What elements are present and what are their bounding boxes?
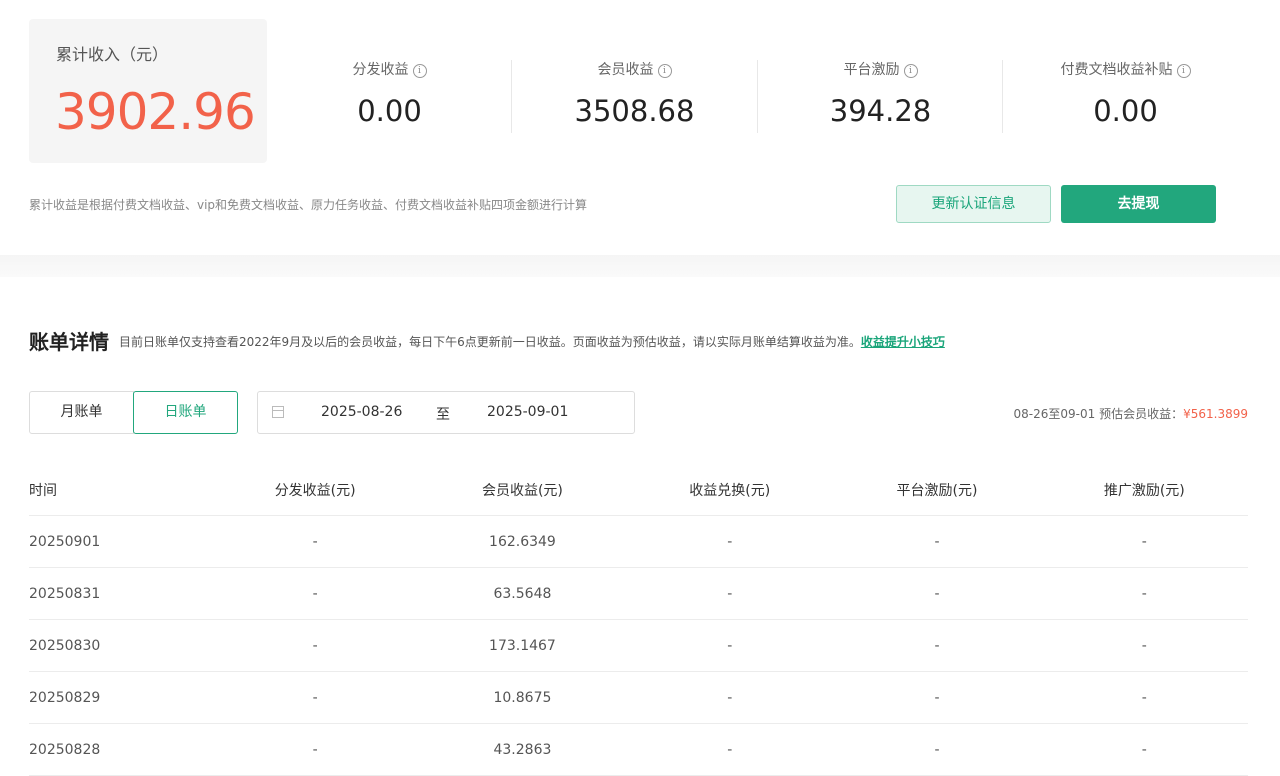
stat-value: 0.00 [1093, 94, 1158, 128]
bill-details-description: 目前日账单仅支持查看2022年9月及以后的会员收益，每日下午6点更新前一日收益。… [119, 333, 945, 350]
table-cell: - [833, 671, 1041, 724]
total-income-value: 3902.96 [55, 83, 256, 141]
table-row: 20250828 - 43.2863 - - - [29, 723, 1248, 776]
stat-platform-incentive: 平台激励 i 394.28 [758, 60, 1003, 128]
table-cell: - [833, 723, 1041, 776]
stat-label: 平台激励 [843, 62, 900, 78]
bill-details-title: 账单详情 [29, 330, 109, 354]
table-cell: 10.8675 [418, 671, 627, 724]
table-cell: 173.1467 [418, 619, 627, 672]
table-cell: - [626, 671, 834, 724]
table-cell: 20250901 [29, 515, 212, 568]
table-row: 20250831 - 63.5648 - - - [29, 567, 1248, 620]
column-header: 收益兑换(元) [626, 464, 834, 516]
table-cell: 20250829 [29, 671, 212, 724]
stat-value: 0.00 [357, 94, 422, 128]
stat-membership: 会员收益 i 3508.68 [512, 60, 757, 128]
table-header-row: 时间 分发收益(元) 会员收益(元) 收益兑换(元) 平台激励(元) 推广激励(… [29, 464, 1248, 516]
calendar-icon [272, 406, 284, 418]
description-text: 目前日账单仅支持查看2022年9月及以后的会员收益，每日下午6点更新前一日收益。… [119, 335, 861, 349]
update-verification-button[interactable]: 更新认证信息 [896, 185, 1051, 223]
tab-daily-bill[interactable]: 日账单 [133, 391, 238, 434]
table-cell: - [1040, 619, 1248, 672]
total-income-card: 累计收入（元） 3902.96 [29, 19, 267, 163]
tab-monthly-bill[interactable]: 月账单 [29, 391, 134, 434]
table-cell: - [1040, 567, 1248, 620]
section-gap [0, 255, 1280, 277]
stat-label: 会员收益 [597, 62, 654, 78]
table-cell: - [626, 567, 834, 620]
table-cell: - [211, 515, 419, 568]
estimate-label: 08-26至09-01 预估会员收益： [1013, 407, 1184, 421]
stat-label: 分发收益 [352, 62, 409, 78]
table-cell: - [626, 723, 834, 776]
withdraw-button[interactable]: 去提现 [1061, 185, 1216, 223]
table-cell: 20250830 [29, 619, 212, 672]
stat-value: 3508.68 [574, 94, 695, 128]
table-cell: - [626, 619, 834, 672]
info-icon[interactable]: i [412, 64, 427, 78]
table-cell: - [833, 515, 1041, 568]
date-range-picker[interactable]: 2025-08-26 至 2025-09-01 [257, 391, 635, 434]
info-icon[interactable]: i [1176, 64, 1191, 78]
table-cell: - [833, 619, 1041, 672]
stat-label: 付费文档收益补贴 [1060, 62, 1173, 78]
income-summary-panel: 累计收入（元） 3902.96 分发收益 i 0.00 会员收益 i 3508.68… [0, 0, 1280, 255]
table-cell: 20250831 [29, 567, 212, 620]
range-separator: 至 [436, 407, 450, 423]
info-icon[interactable]: i [903, 64, 918, 78]
table-cell: - [1040, 671, 1248, 724]
table-cell: - [211, 619, 419, 672]
column-header: 分发收益(元) [211, 464, 419, 516]
column-header: 会员收益(元) [418, 464, 627, 516]
column-header: 时间 [29, 464, 212, 516]
income-note: 累计收益是根据付费文档收益、vip和免费文档收益、原力任务收益、付费文档收益补贴… [29, 198, 588, 212]
end-date[interactable]: 2025-09-01 [487, 404, 568, 420]
stat-paid-doc-subsidy: 付费文档收益补贴 i 0.00 [1003, 60, 1248, 128]
bill-table: 时间 分发收益(元) 会员收益(元) 收益兑换(元) 平台激励(元) 推广激励(… [29, 464, 1248, 776]
total-income-label: 累计收入（元） [56, 45, 169, 64]
estimate-amount: ¥561.3899 [1183, 407, 1248, 421]
table-row: 20250830 - 173.1467 - - - [29, 619, 1248, 672]
table-cell: 162.6349 [418, 515, 627, 568]
table-cell: - [211, 723, 419, 776]
table-cell: - [1040, 515, 1248, 568]
table-cell: 20250828 [29, 723, 212, 776]
table-row: 20250829 - 10.8675 - - - [29, 671, 1248, 724]
info-icon[interactable]: i [657, 64, 672, 78]
table-cell: 43.2863 [418, 723, 627, 776]
stat-value: 394.28 [829, 94, 932, 128]
column-header: 推广激励(元) [1040, 464, 1248, 516]
table-cell: - [626, 515, 834, 568]
table-cell: - [1040, 723, 1248, 776]
column-header: 平台激励(元) [833, 464, 1041, 516]
table-row: 20250901 - 162.6349 - - - [29, 515, 1248, 568]
table-cell: - [211, 567, 419, 620]
start-date[interactable]: 2025-08-26 [321, 404, 402, 420]
table-cell: - [211, 671, 419, 724]
table-cell: 63.5648 [418, 567, 627, 620]
stat-distribution: 分发收益 i 0.00 [267, 60, 512, 128]
estimated-income-summary: 08-26至09-01 预估会员收益：¥561.3899 [1014, 405, 1248, 422]
income-tips-link[interactable]: 收益提升小技巧 [861, 335, 945, 349]
table-cell: - [833, 567, 1041, 620]
